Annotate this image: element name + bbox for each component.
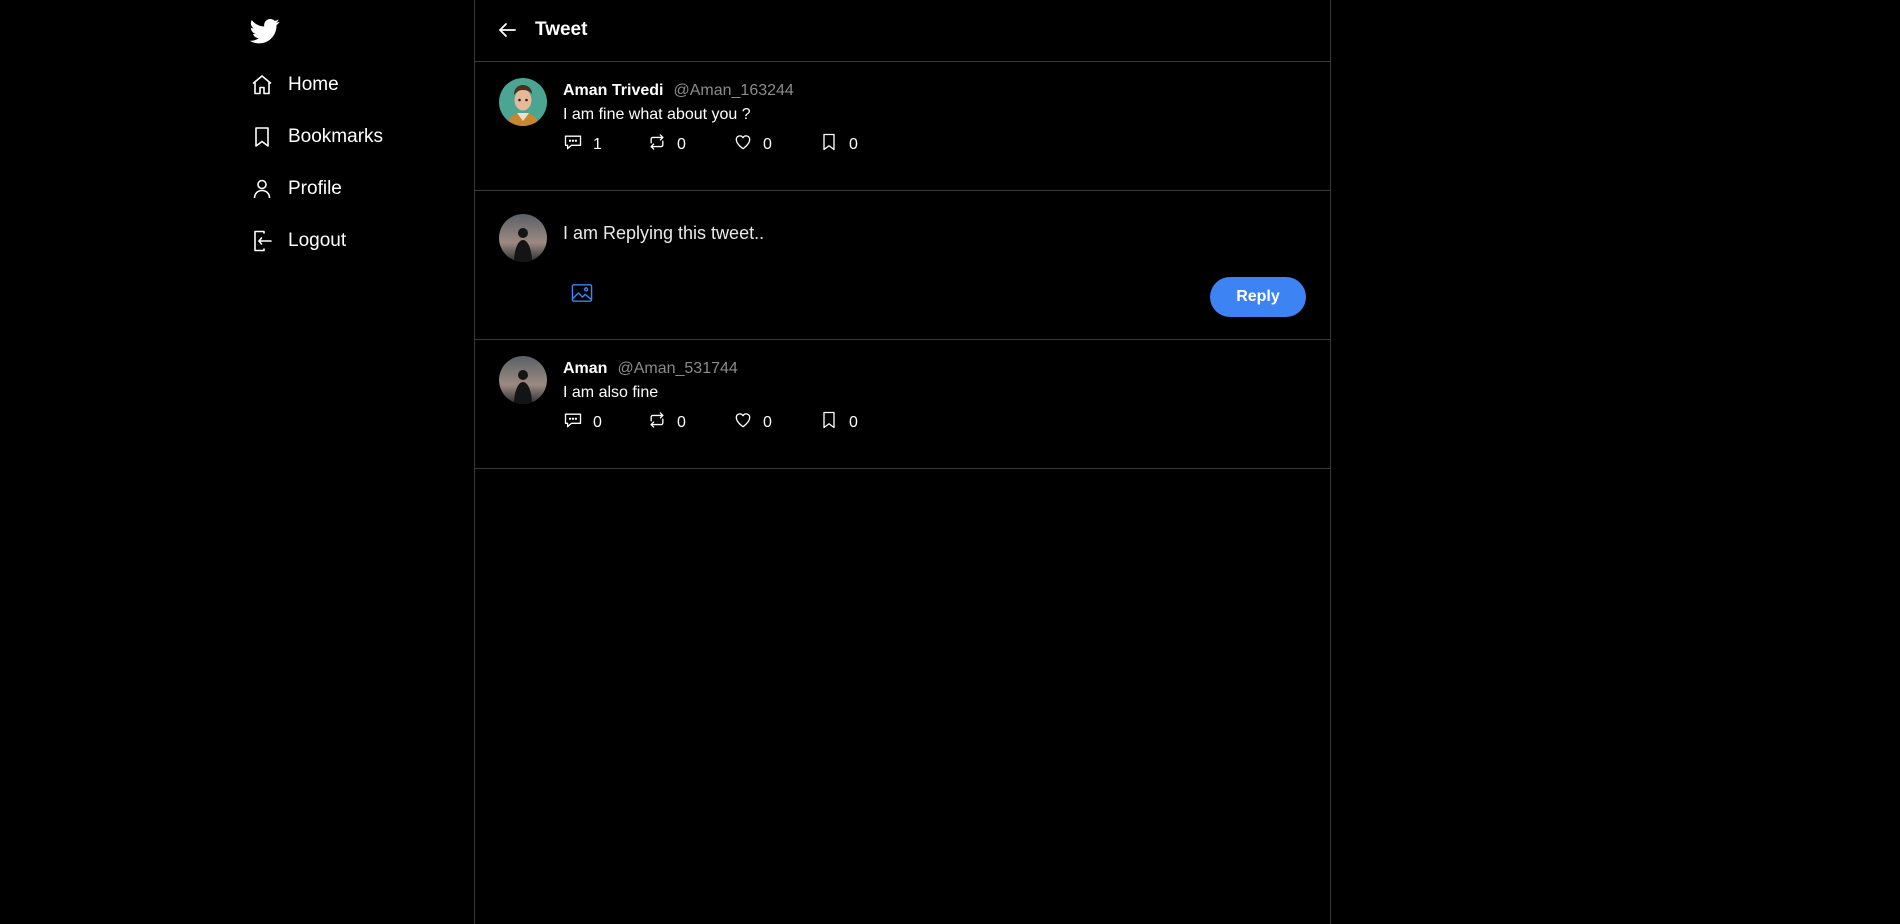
avatar[interactable] [499, 78, 547, 126]
sidebar-item-logout[interactable]: Logout [250, 224, 346, 258]
main-column: Tweet Aman Trivedi @Aman_163244 I am fine… [474, 0, 1331, 924]
image-icon[interactable] [571, 283, 593, 303]
bookmark-icon [819, 132, 839, 157]
sidebar-item-home[interactable]: Home [250, 68, 339, 102]
bookmark-action[interactable]: 0 [819, 410, 858, 435]
retweet-icon [647, 132, 667, 157]
comment-icon [563, 132, 583, 157]
like-action[interactable]: 0 [733, 410, 772, 435]
bookmark-icon [819, 410, 839, 435]
sidebar-item-label: Home [288, 74, 339, 95]
avatar[interactable] [499, 356, 547, 404]
home-icon [250, 73, 274, 97]
bookmark-icon [250, 125, 274, 149]
twitter-bird-icon[interactable] [249, 16, 280, 46]
page-title: Tweet [535, 19, 588, 40]
heart-icon [733, 132, 753, 157]
bookmark-count: 0 [849, 135, 858, 153]
author-name[interactable]: Aman Trivedi [563, 82, 663, 99]
sidebar-item-bookmarks[interactable]: Bookmarks [250, 120, 383, 154]
page-header: Tweet [475, 0, 1330, 62]
user-icon [250, 177, 274, 201]
like-action[interactable]: 0 [733, 132, 772, 157]
like-count: 0 [763, 413, 772, 431]
reply-composer: Reply [475, 191, 1330, 340]
retweet-action[interactable]: 0 [647, 410, 686, 435]
sidebar-item-label: Bookmarks [288, 126, 384, 147]
tweet-card[interactable]: Aman @Aman_531744 I am also fine 0 0 0 0 [475, 340, 1330, 469]
author-handle: @Aman_163244 [673, 82, 794, 99]
bookmark-action[interactable]: 0 [819, 132, 858, 157]
retweet-icon [647, 410, 667, 435]
reply-button[interactable]: Reply [1210, 277, 1306, 317]
tweet-card[interactable]: Aman Trivedi @Aman_163244 I am fine what … [475, 62, 1330, 191]
retweet-count: 0 [677, 413, 686, 431]
tweet-author-line: Aman Trivedi @Aman_163244 [563, 82, 794, 100]
tweet-author-line: Aman @Aman_531744 [563, 360, 738, 378]
retweet-count: 0 [677, 135, 686, 153]
like-count: 0 [763, 135, 772, 153]
tweet-text: I am fine what about you ? [563, 106, 751, 123]
arrow-left-icon[interactable] [495, 18, 521, 44]
heart-icon [733, 410, 753, 435]
reply-count: 0 [593, 413, 602, 431]
sidebar-item-label: Logout [288, 230, 347, 251]
reply-count: 1 [593, 135, 602, 153]
author-name[interactable]: Aman [563, 360, 607, 377]
reply-action[interactable]: 1 [563, 132, 602, 157]
author-handle: @Aman_531744 [617, 360, 738, 377]
bookmark-count: 0 [849, 413, 858, 431]
avatar[interactable] [499, 214, 547, 262]
sidebar-item-label: Profile [288, 178, 342, 199]
comment-icon [563, 410, 583, 435]
retweet-action[interactable]: 0 [647, 132, 686, 157]
sidebar-item-profile[interactable]: Profile [250, 172, 342, 206]
reply-input[interactable] [561, 217, 1245, 249]
reply-action[interactable]: 0 [563, 410, 602, 435]
logout-icon [250, 229, 274, 253]
tweet-text: I am also fine [563, 384, 659, 401]
